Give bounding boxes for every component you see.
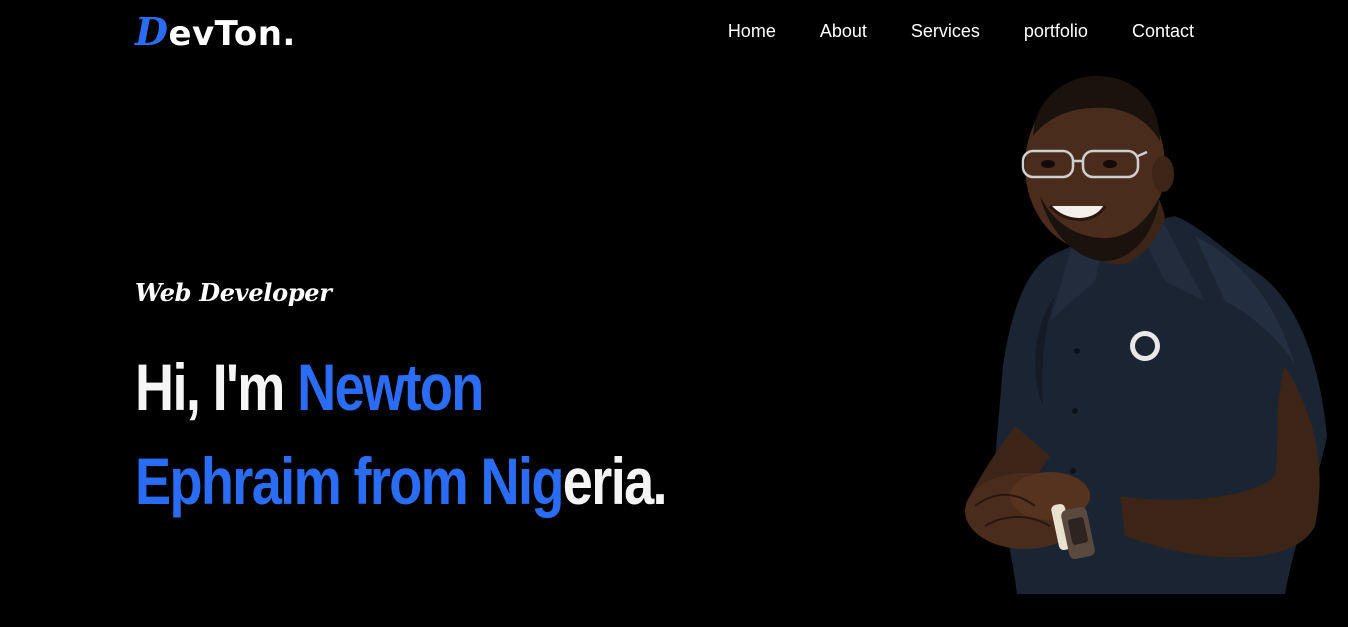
nav-home-link[interactable]: Home <box>728 20 776 42</box>
hero-role: Web Developer <box>135 278 332 307</box>
headline-line-1: Hi, I'm Newton <box>135 340 666 434</box>
logo-text: evTon. <box>168 14 296 54</box>
headline-country-end: eria. <box>562 444 668 518</box>
headline-name-origin: Ephraim from Nig <box>135 444 564 518</box>
headline-greeting: Hi, I'm <box>135 350 298 424</box>
headline-first-name: Newton <box>297 350 484 424</box>
nav-about-link[interactable]: About <box>820 20 867 42</box>
main-nav: Home About Services portfolio Contact <box>728 20 1194 42</box>
developer-portrait <box>965 75 1327 594</box>
nav-services-link[interactable]: Services <box>911 20 980 42</box>
logo-initial: D <box>135 9 169 54</box>
site-logo[interactable]: DevTon. <box>135 9 296 55</box>
headline-line-2: Ephraim from Nigeria. <box>135 434 668 528</box>
nav-portfolio-link[interactable]: portfolio <box>1024 20 1088 42</box>
nav-contact-link[interactable]: Contact <box>1132 20 1194 42</box>
hero-headline: Hi, I'm Newton Ephraim from Nigeria. <box>135 340 668 528</box>
